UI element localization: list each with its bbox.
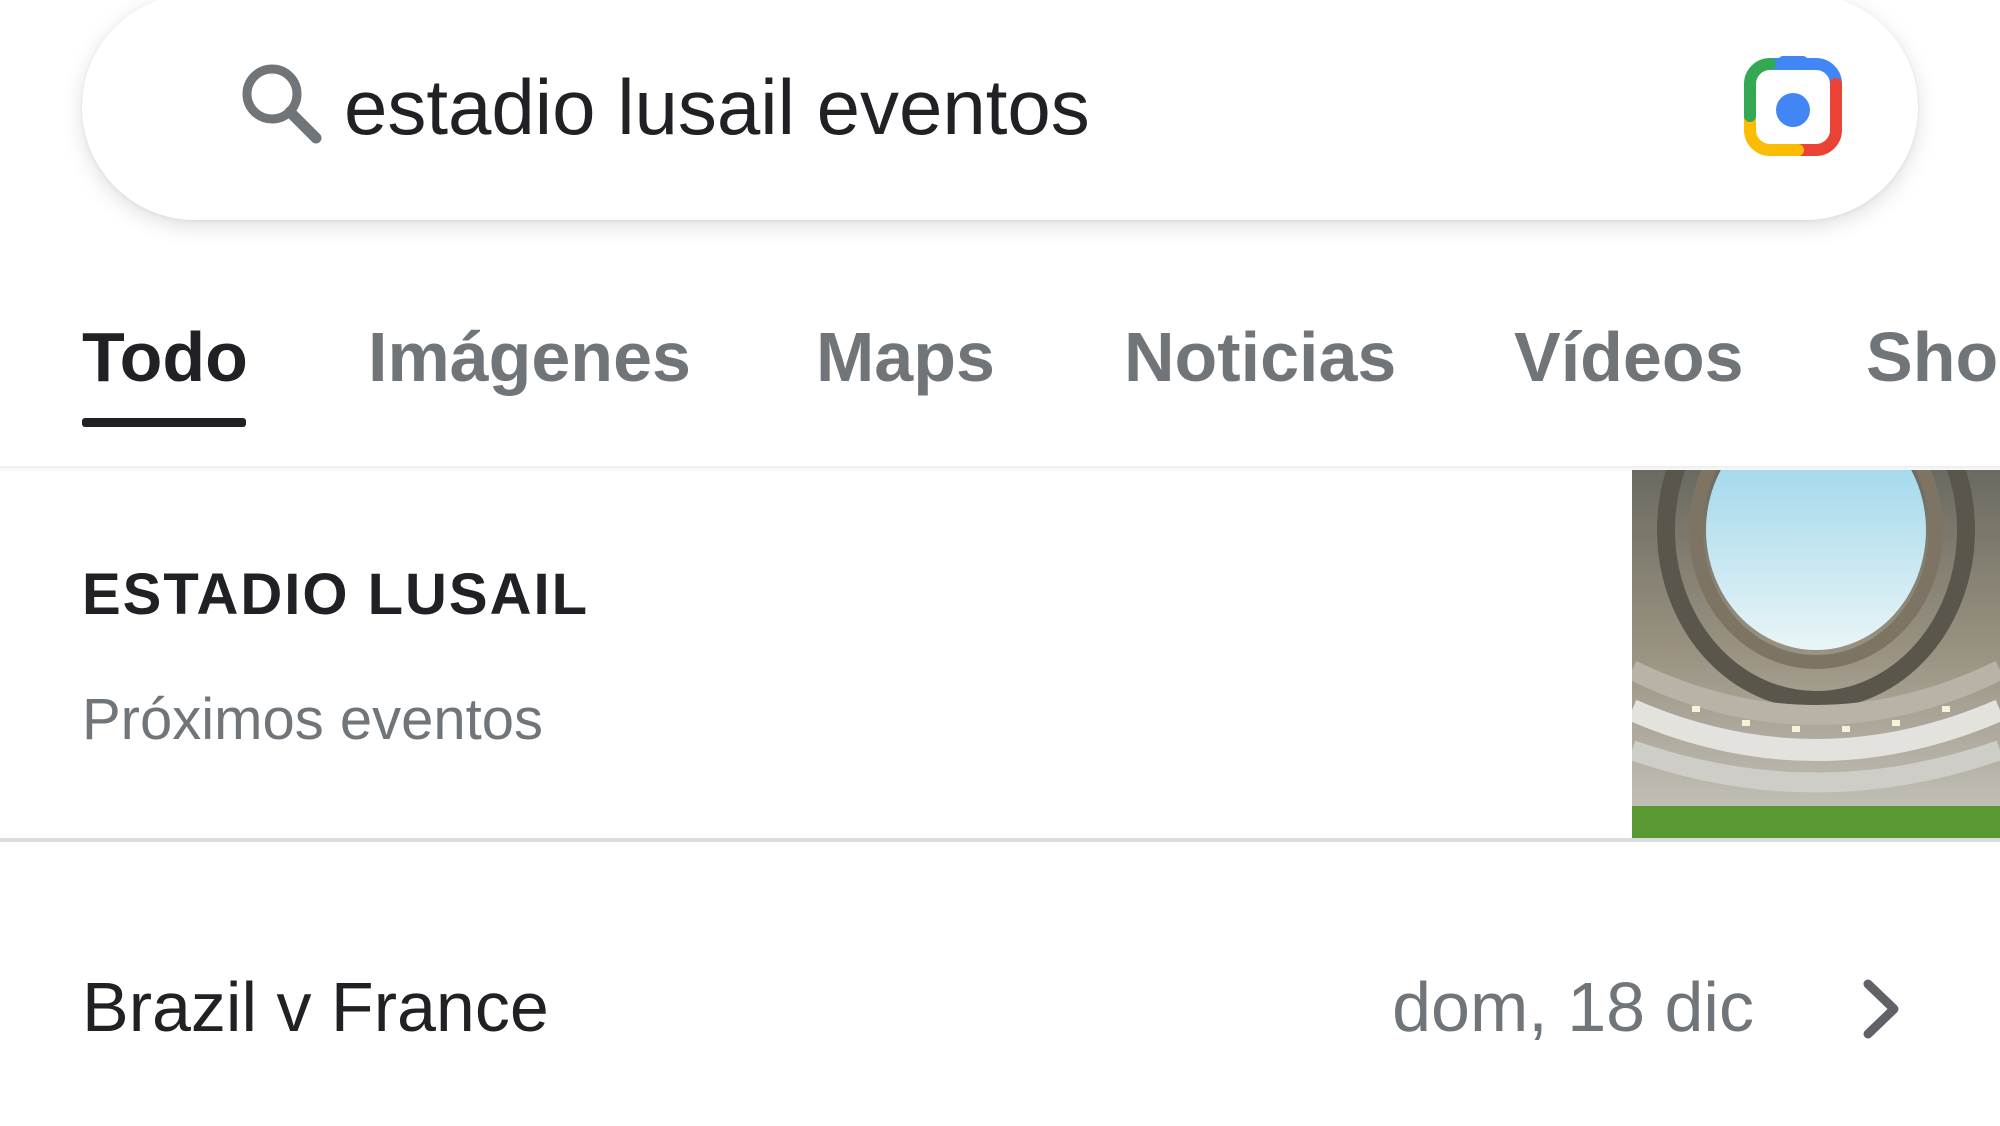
stadium-photo[interactable]	[1632, 470, 2000, 838]
venue-title: ESTADIO LUSAIL	[82, 562, 590, 627]
tab-shopping[interactable]: Sho	[1866, 312, 1998, 402]
chevron-right-icon[interactable]	[1856, 974, 1906, 1044]
search-input[interactable]: estadio lusail eventos	[344, 57, 1090, 157]
search-icon[interactable]	[232, 54, 332, 154]
tab-videos[interactable]: Vídeos	[1514, 312, 1744, 402]
tab-todo[interactable]: Todo	[82, 312, 248, 402]
upcoming-events-label: Próximos eventos	[82, 687, 543, 752]
search-tabs: Todo Imágenes Maps Noticias Vídeos Sho	[0, 290, 2000, 430]
google-lens-icon[interactable]	[1738, 52, 1848, 162]
search-bar[interactable]: estadio lusail eventos	[82, 0, 1918, 220]
event-date: dom, 18 dic	[1392, 968, 1754, 1046]
event-row[interactable]: Brazil v France dom, 18 dic	[0, 890, 2000, 1126]
tab-noticias[interactable]: Noticias	[1124, 312, 1396, 402]
active-tab-indicator	[82, 418, 246, 427]
search-results-page: estadio lusail eventos Todo Imágenes Map…	[0, 0, 2000, 1126]
tab-imagenes[interactable]: Imágenes	[368, 312, 691, 402]
section-divider	[0, 838, 2000, 842]
tab-maps[interactable]: Maps	[816, 312, 995, 402]
event-name[interactable]: Brazil v France	[82, 962, 549, 1052]
